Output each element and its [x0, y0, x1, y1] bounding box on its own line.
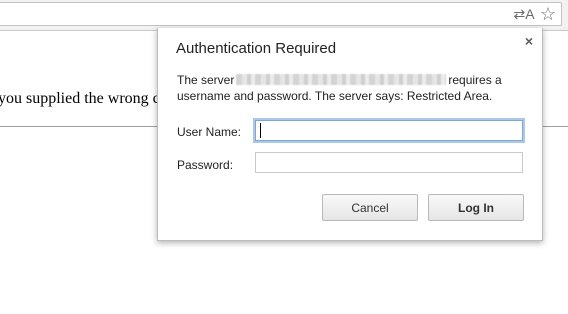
text-caret: [260, 123, 261, 138]
username-field[interactable]: [255, 120, 523, 141]
login-button[interactable]: Log In: [428, 194, 524, 221]
close-icon[interactable]: ×: [525, 33, 533, 49]
auth-dialog: × Authentication Required The server requ…: [157, 28, 543, 241]
dialog-title: Authentication Required: [176, 40, 337, 57]
password-field[interactable]: [255, 152, 523, 173]
dialog-message: The server requires a username and passwo…: [177, 72, 533, 104]
message-prefix: The server: [177, 73, 235, 87]
password-label: Password:: [177, 158, 234, 172]
cancel-button[interactable]: Cancel: [322, 194, 418, 221]
browser-toolbar: ⇄A ☆: [0, 0, 568, 31]
redacted-server-name: [236, 74, 447, 85]
username-label: User Name:: [177, 125, 242, 139]
bookmark-star-icon[interactable]: ☆: [538, 4, 558, 24]
address-bar[interactable]: [0, 2, 562, 26]
translate-icon[interactable]: ⇄A: [513, 4, 534, 24]
